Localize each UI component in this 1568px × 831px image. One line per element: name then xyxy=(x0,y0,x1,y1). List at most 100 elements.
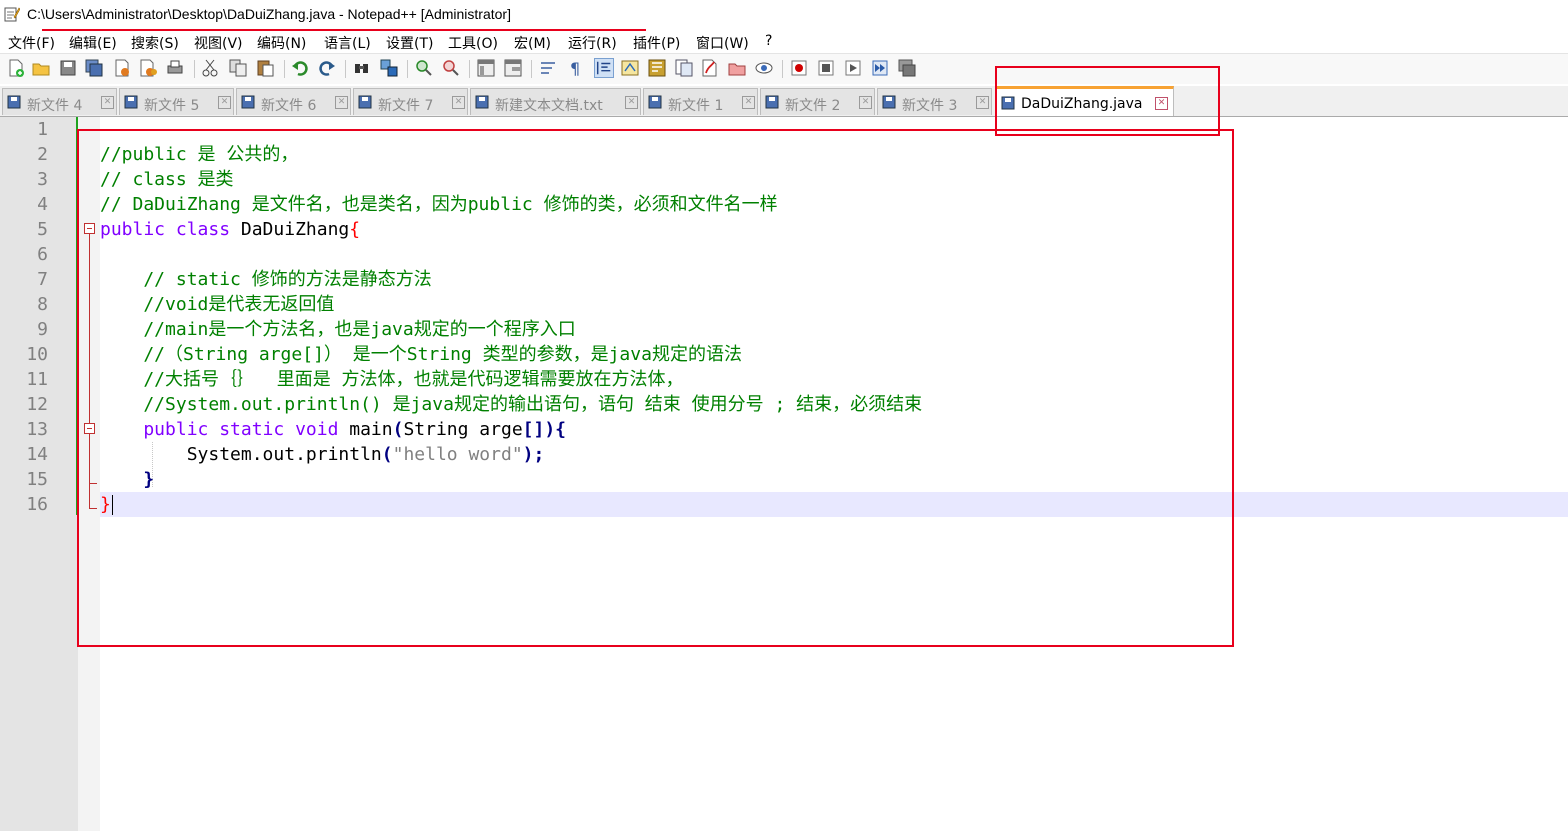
line-number: 16 xyxy=(26,494,48,515)
toolbar-separator xyxy=(407,60,408,78)
tab-new-file-1[interactable]: 新文件 1 ✕ xyxy=(643,88,758,115)
zoom-in-icon[interactable] xyxy=(414,58,434,78)
line-number: 13 xyxy=(26,419,48,440)
line-number: 1 xyxy=(37,119,48,140)
find-icon[interactable] xyxy=(352,58,372,78)
menu-view[interactable]: 视图(V) xyxy=(194,33,243,53)
doc-map-icon[interactable] xyxy=(647,58,667,78)
save-icon[interactable] xyxy=(58,58,78,78)
folder-as-workspace-icon[interactable] xyxy=(700,58,720,78)
save-icon xyxy=(882,95,896,109)
toolbar-separator xyxy=(284,60,285,78)
menu-language[interactable]: 语言(L) xyxy=(324,33,371,53)
line-number: 3 xyxy=(37,169,48,190)
tab-bar: 新文件 4 ✕ 新文件 5 ✕ 新文件 6 ✕ 新文件 7 ✕ 新建文本文档.t… xyxy=(0,86,1568,117)
menu-search[interactable]: 搜索(S) xyxy=(131,33,179,53)
tab-label: 新文件 3 xyxy=(902,98,958,114)
print-icon[interactable] xyxy=(165,58,185,78)
redo-icon[interactable] xyxy=(317,58,337,78)
toolbar-separator xyxy=(345,60,346,78)
tab-new-file-4[interactable]: 新文件 4 ✕ xyxy=(2,88,117,115)
tab-label: 新文件 2 xyxy=(785,98,841,114)
menu-encoding[interactable]: 编码(N) xyxy=(257,33,306,53)
record-macro-icon[interactable] xyxy=(789,58,809,78)
menu-edit[interactable]: 编辑(E) xyxy=(69,33,117,53)
save-all-icon[interactable] xyxy=(84,58,104,78)
line-number: 5 xyxy=(37,219,48,240)
open-file-icon[interactable] xyxy=(31,58,51,78)
line-number: 2 xyxy=(37,144,48,165)
tab-label: 新建文本文档.txt xyxy=(495,98,603,114)
tab-new-file-6[interactable]: 新文件 6 ✕ xyxy=(236,88,351,115)
menu-settings[interactable]: 设置(T) xyxy=(386,33,433,53)
menu-bar: 文件(F) 编辑(E) 搜索(S) 视图(V) 编码(N) 语言(L) 设置(T… xyxy=(0,31,1568,53)
tab-label: 新文件 7 xyxy=(378,98,434,114)
close-icon[interactable]: ✕ xyxy=(742,96,755,109)
menu-plugins[interactable]: 插件(P) xyxy=(633,33,680,53)
sync-horizontal-icon[interactable] xyxy=(503,58,523,78)
toolbar: ¶ xyxy=(0,53,1568,84)
menu-run[interactable]: 运行(R) xyxy=(568,33,617,53)
line-number: 14 xyxy=(26,444,48,465)
tab-new-file-5[interactable]: 新文件 5 ✕ xyxy=(119,88,234,115)
line-number: 4 xyxy=(37,194,48,215)
undo-icon[interactable] xyxy=(290,58,310,78)
show-all-chars-icon[interactable]: ¶ xyxy=(565,58,585,78)
tab-label: 新文件 1 xyxy=(668,98,724,114)
replace-icon[interactable] xyxy=(379,58,399,78)
close-icon[interactable]: ✕ xyxy=(335,96,348,109)
close-icon[interactable]: ✕ xyxy=(625,96,638,109)
close-icon[interactable]: ✕ xyxy=(452,96,465,109)
stop-record-icon[interactable] xyxy=(816,58,836,78)
user-language-icon[interactable] xyxy=(620,58,640,78)
toolbar-separator xyxy=(531,60,532,78)
save-icon xyxy=(475,95,489,109)
run-macro-multiple-icon[interactable] xyxy=(870,58,890,78)
indent-guide-icon[interactable] xyxy=(594,58,614,78)
title-bar: C:\Users\Administrator\Desktop\DaDuiZhan… xyxy=(0,0,1568,30)
folder-icon[interactable] xyxy=(727,58,747,78)
line-number: 7 xyxy=(37,269,48,290)
tab-new-file-2[interactable]: 新文件 2 ✕ xyxy=(760,88,875,115)
save-icon xyxy=(765,95,779,109)
line-number: 8 xyxy=(37,294,48,315)
close-icon[interactable]: ✕ xyxy=(218,96,231,109)
window-title: C:\Users\Administrator\Desktop\DaDuiZhan… xyxy=(27,6,511,22)
close-all-icon[interactable] xyxy=(138,58,158,78)
word-wrap-icon[interactable] xyxy=(538,58,558,78)
menu-tools[interactable]: 工具(O) xyxy=(448,33,498,53)
zoom-out-icon[interactable] xyxy=(441,58,461,78)
menu-help[interactable]: ? xyxy=(765,33,772,49)
tab-label: 新文件 4 xyxy=(27,98,83,114)
save-macro-icon[interactable] xyxy=(897,58,917,78)
toolbar-separator xyxy=(194,60,195,78)
function-list-icon[interactable] xyxy=(674,58,694,78)
line-number: 12 xyxy=(26,394,48,415)
svg-text:¶: ¶ xyxy=(570,59,580,78)
tab-new-text-document[interactable]: 新建文本文档.txt ✕ xyxy=(470,88,641,115)
notepad-icon xyxy=(4,7,20,22)
menu-window[interactable]: 窗口(W) xyxy=(696,33,749,53)
line-number: 10 xyxy=(26,344,48,365)
tab-new-file-7[interactable]: 新文件 7 ✕ xyxy=(353,88,468,115)
close-icon[interactable]: ✕ xyxy=(859,96,872,109)
sync-vertical-icon[interactable] xyxy=(476,58,496,78)
menu-macro[interactable]: 宏(M) xyxy=(514,33,551,53)
toolbar-separator xyxy=(469,60,470,78)
menu-file[interactable]: 文件(F) xyxy=(8,33,55,53)
cut-icon[interactable] xyxy=(200,58,220,78)
copy-icon[interactable] xyxy=(228,58,248,78)
play-macro-icon[interactable] xyxy=(843,58,863,78)
toolbar-separator xyxy=(782,60,783,78)
monitoring-icon[interactable] xyxy=(754,58,774,78)
close-icon[interactable] xyxy=(112,58,132,78)
close-icon[interactable]: ✕ xyxy=(101,96,114,109)
annotation-box-tab xyxy=(995,66,1220,136)
paste-icon[interactable] xyxy=(255,58,275,78)
tab-new-file-3[interactable]: 新文件 3 ✕ xyxy=(877,88,992,115)
save-icon xyxy=(358,95,372,109)
line-number: 11 xyxy=(26,369,48,390)
new-file-icon[interactable] xyxy=(6,58,26,78)
save-icon xyxy=(7,95,21,109)
close-icon[interactable]: ✕ xyxy=(976,96,989,109)
